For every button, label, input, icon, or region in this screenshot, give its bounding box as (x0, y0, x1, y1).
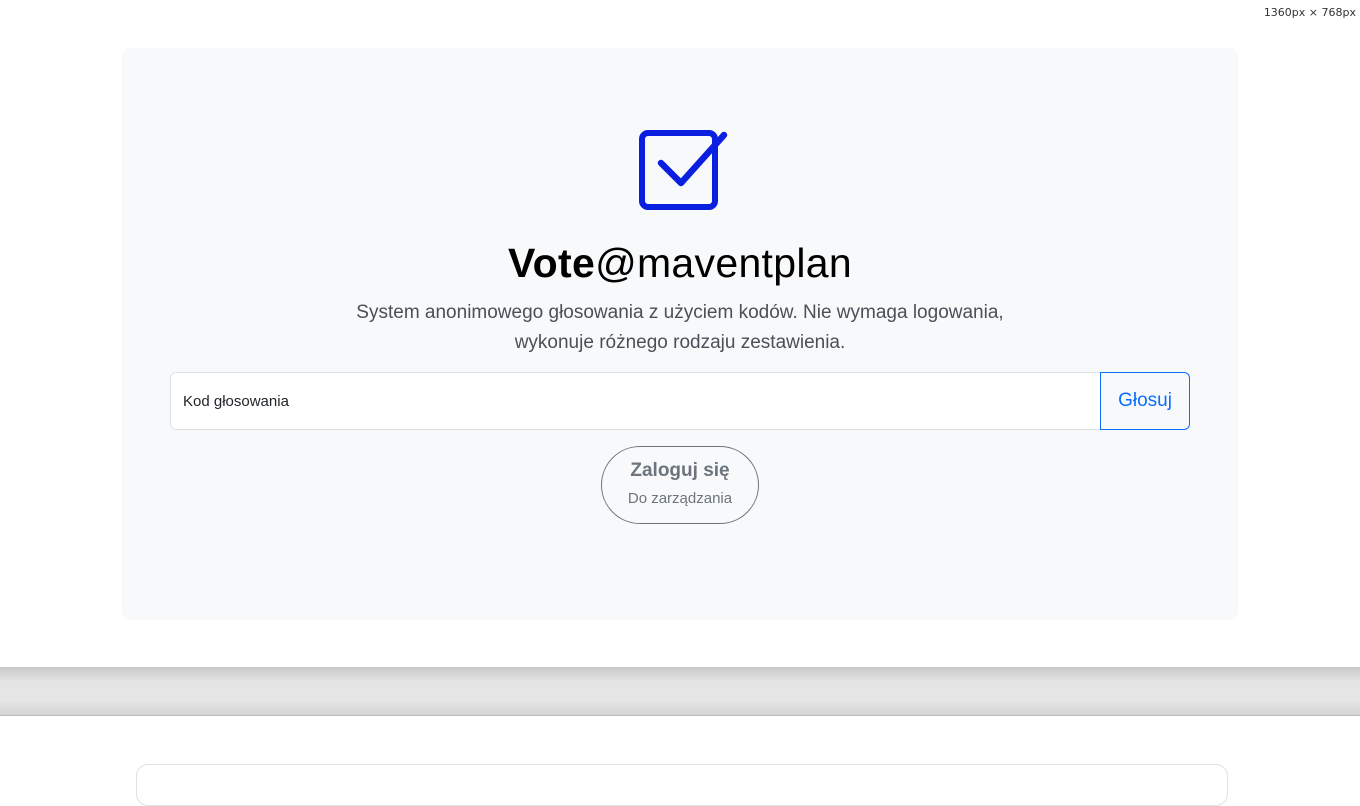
login-button-label: Zaloguj się (630, 460, 730, 481)
login-button-sublabel: Do zarządzania (627, 490, 733, 507)
title-brand-rest: @maventplan (595, 240, 852, 286)
next-section-card (136, 764, 1228, 806)
vote-code-input[interactable] (170, 372, 1100, 430)
section-divider (0, 667, 1360, 716)
login-button[interactable]: Zaloguj się Do zarządzania (601, 446, 759, 524)
checkbox-checked-icon (639, 130, 728, 210)
page-title: Vote@maventplan (122, 238, 1238, 288)
hero-panel: Vote@maventplan System anonimowego głoso… (122, 48, 1238, 620)
hero-description: System anonimowego głosowania z użyciem … (356, 302, 1004, 353)
viewport-size-badge: 1360px × 768px (1263, 6, 1356, 19)
vote-code-form: Głosuj (170, 372, 1190, 430)
vote-button[interactable]: Głosuj (1100, 372, 1190, 430)
title-brand-strong: Vote (508, 240, 596, 286)
